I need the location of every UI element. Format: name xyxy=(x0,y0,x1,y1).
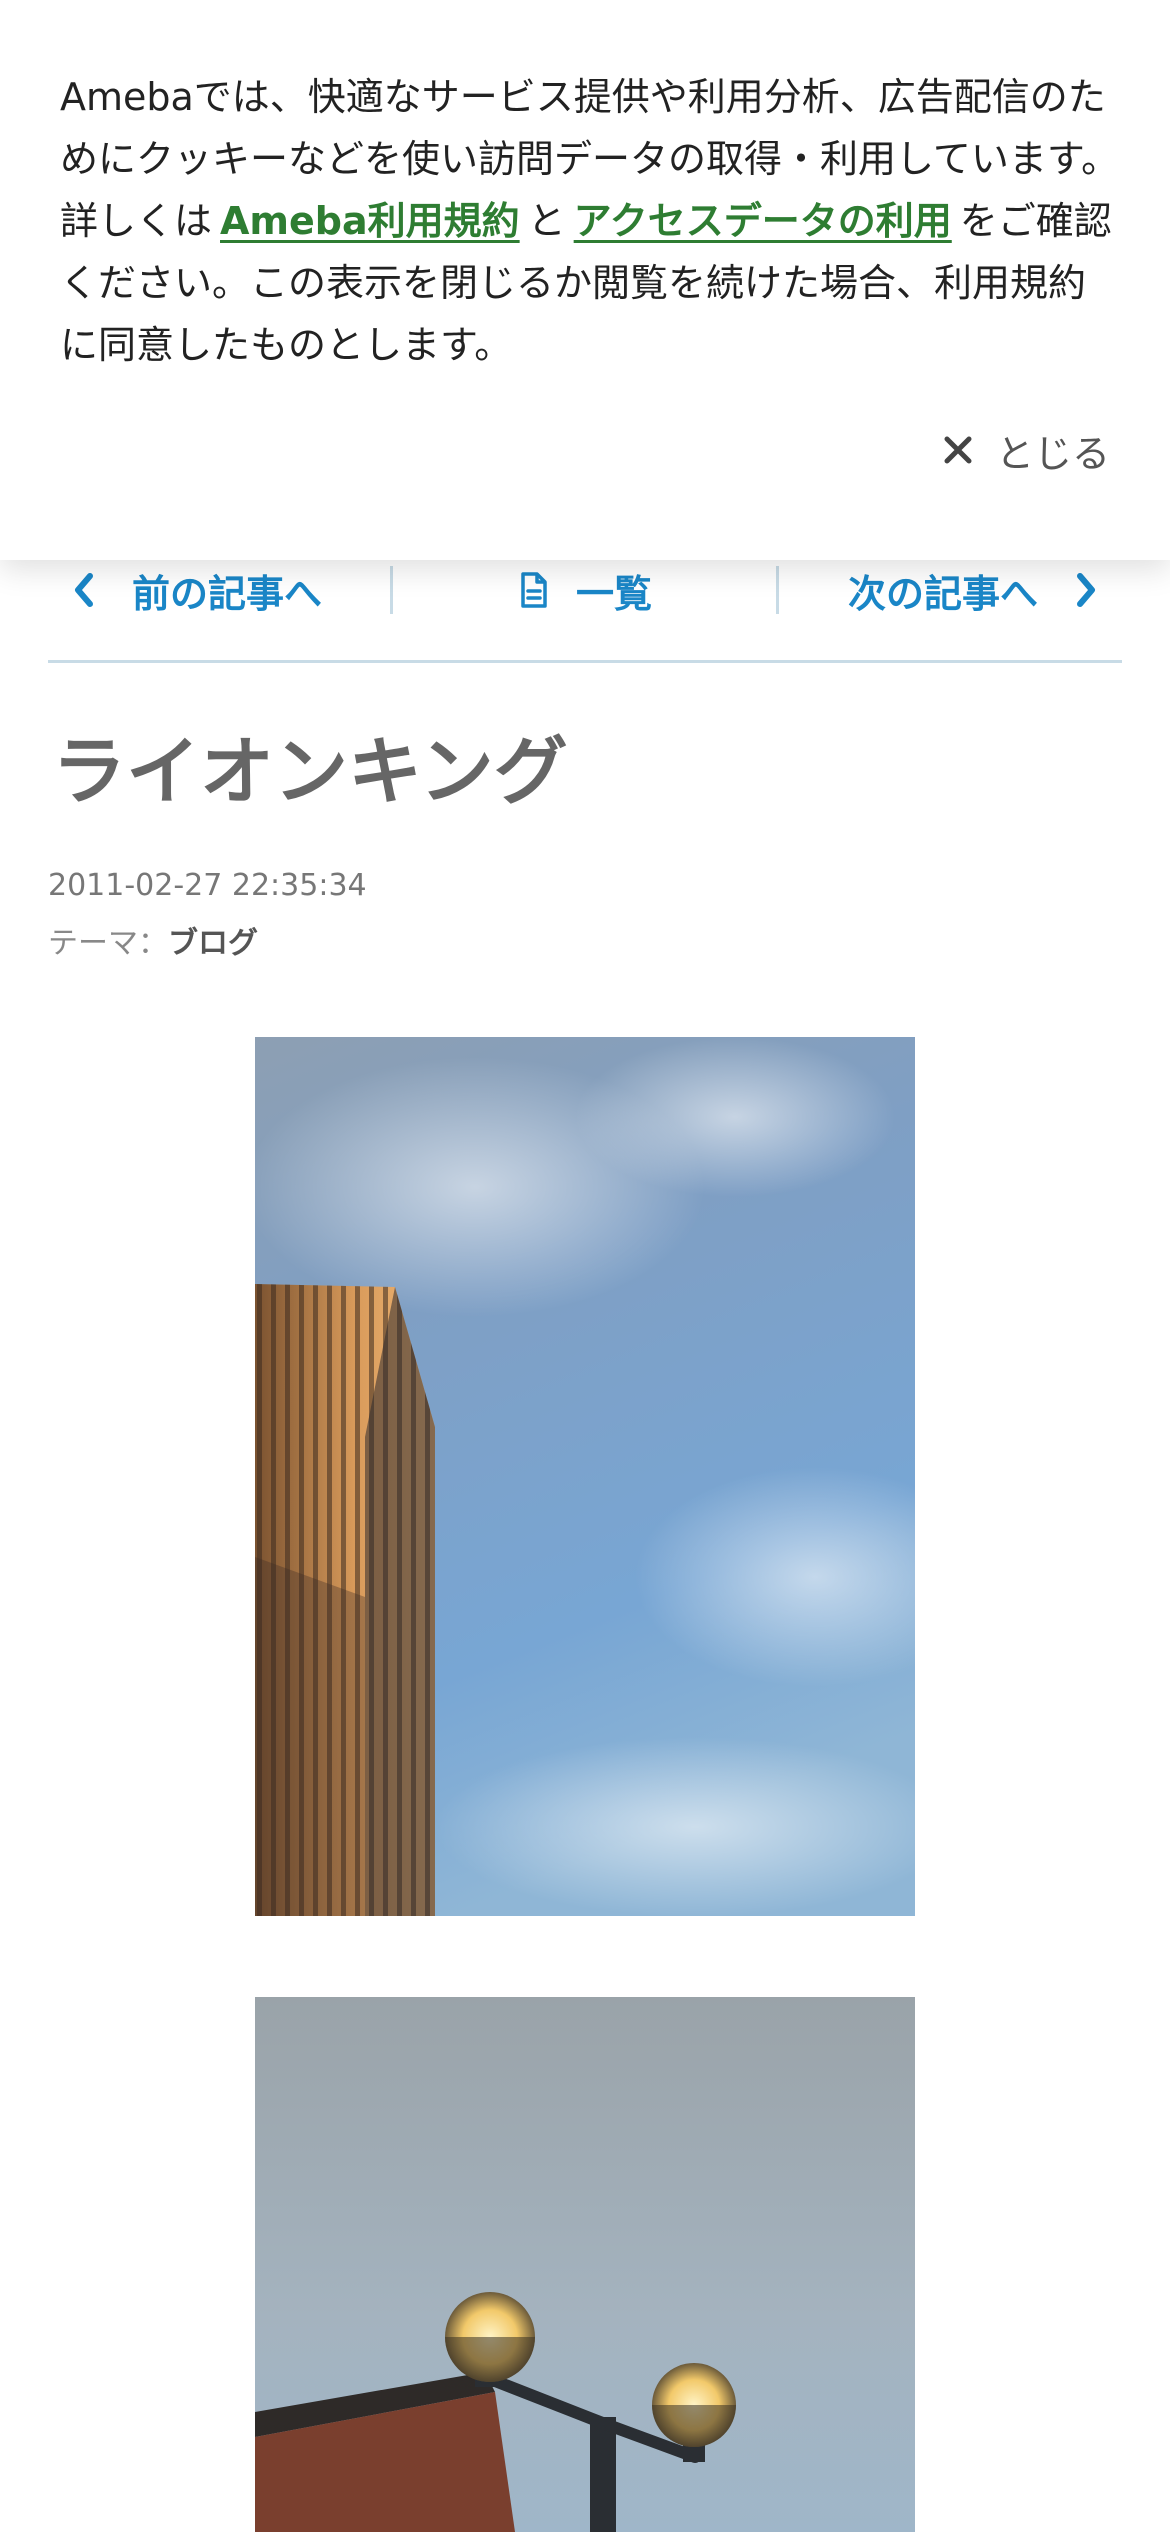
cookie-consent-text: Amebaでは、快適なサービス提供や利用分析、広告配信のためにクッキーなどを使い… xyxy=(60,66,1120,376)
close-banner-button[interactable]: とじる xyxy=(938,420,1110,480)
article-date: 2011-02-27 22:35:34 xyxy=(48,868,367,903)
access-data-usage-link[interactable]: アクセスデータの利用 xyxy=(574,199,952,243)
article-theme: テーマ：ブログ xyxy=(48,918,258,962)
theme-label: テーマ： xyxy=(48,926,168,961)
nav-divider xyxy=(390,566,393,614)
article-photo-building[interactable] xyxy=(255,1037,915,1916)
article-navigation: 前の記事へ 一覧 次の記事へ xyxy=(48,560,1122,663)
nav-divider xyxy=(776,566,779,614)
article-list-link[interactable]: 一覧 xyxy=(518,560,652,620)
article-photo-street-lamps[interactable] xyxy=(255,1997,915,2532)
article-list-label: 一覧 xyxy=(576,571,653,616)
street-lamp-image xyxy=(255,1997,915,2532)
theme-link[interactable]: ブログ xyxy=(168,926,258,961)
close-label: とじる xyxy=(995,431,1110,476)
close-icon xyxy=(944,436,972,464)
previous-article-label: 前の記事へ xyxy=(132,571,323,616)
chevron-right-icon xyxy=(1077,573,1095,607)
cookie-text-and: と xyxy=(527,199,566,243)
document-icon xyxy=(521,572,547,608)
previous-article-link[interactable]: 前の記事へ xyxy=(66,560,322,620)
chevron-left-icon xyxy=(75,573,93,607)
cookie-consent-banner: Amebaでは、快適なサービス提供や利用分析、広告配信のためにクッキーなどを使い… xyxy=(0,0,1170,560)
article-title: ライオンキング xyxy=(52,729,568,815)
ameba-terms-link[interactable]: Ameba利用規約 xyxy=(220,199,520,243)
building-sky-image xyxy=(255,1037,915,1916)
next-article-link[interactable]: 次の記事へ xyxy=(848,560,1104,620)
next-article-label: 次の記事へ xyxy=(847,571,1038,616)
